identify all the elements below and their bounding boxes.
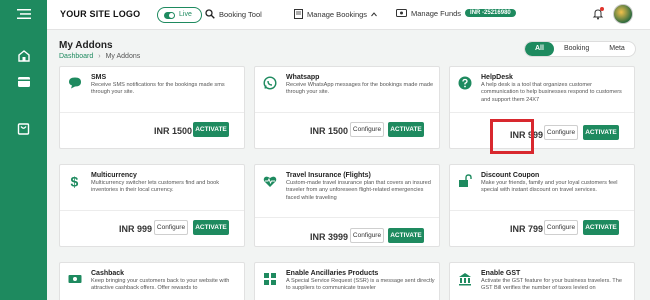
configure-button[interactable]: Configure bbox=[350, 228, 384, 243]
addon-card-gst: Enable GST Activate the GST feature for … bbox=[449, 262, 635, 300]
manage-bookings-label: Manage Bookings bbox=[307, 9, 368, 19]
activate-button[interactable]: ACTIVATE bbox=[193, 220, 229, 235]
whatsapp-icon bbox=[263, 76, 277, 90]
addon-name: Whatsapp bbox=[286, 74, 320, 81]
tab-all[interactable]: All bbox=[525, 42, 554, 56]
filter-tabs: All Booking Meta bbox=[524, 41, 636, 57]
sidebar bbox=[0, 0, 47, 300]
addon-name: Multicurrency bbox=[91, 172, 137, 179]
addon-description: Multicurrency switcher lets customers fi… bbox=[91, 180, 220, 194]
addon-name: HelpDesk bbox=[481, 74, 513, 81]
activate-button[interactable]: ACTIVATE bbox=[388, 228, 424, 243]
addon-card-travel-insurance: Travel Insurance (Flights) Custom-made t… bbox=[254, 164, 440, 247]
manage-funds-label: Manage Funds bbox=[411, 8, 462, 18]
breadcrumb: Dashboard › My Addons bbox=[59, 53, 140, 60]
divider bbox=[60, 210, 244, 211]
live-label: Live bbox=[179, 11, 192, 18]
addon-description: A help desk is a tool that organizes cus… bbox=[481, 82, 622, 103]
booking-tool-link[interactable]: Booking Tool bbox=[205, 9, 262, 19]
page-title: My Addons bbox=[59, 40, 113, 51]
dollar-icon: $ bbox=[71, 174, 79, 188]
home-icon[interactable] bbox=[0, 49, 47, 68]
tab-meta[interactable]: Meta bbox=[599, 42, 635, 56]
breadcrumb-current: My Addons bbox=[105, 53, 141, 60]
addon-description: Keep bringing your customers back to you… bbox=[91, 278, 230, 292]
cashback-icon bbox=[68, 275, 82, 283]
site-logo[interactable]: YOUR SITE LOGO bbox=[60, 9, 140, 19]
addon-price: INR 799 bbox=[510, 224, 544, 234]
help-icon bbox=[458, 76, 472, 90]
activate-button[interactable]: ACTIVATE bbox=[583, 220, 619, 235]
tab-booking[interactable]: Booking bbox=[554, 42, 599, 56]
addon-name: Enable Ancillaries Products bbox=[286, 270, 379, 277]
configure-button[interactable]: Configure bbox=[544, 125, 578, 140]
addon-card-multicurrency: $ Multicurrency Multicurrency switcher l… bbox=[59, 164, 245, 247]
configure-button[interactable]: Configure bbox=[154, 220, 188, 235]
wallet-icon[interactable] bbox=[0, 75, 47, 93]
addon-card-ancillaries: Enable Ancillaries Products A Special Se… bbox=[254, 262, 440, 300]
addon-description: Receive WhatsApp messages for the bookin… bbox=[286, 82, 434, 96]
divider bbox=[255, 217, 439, 218]
grid-icon bbox=[264, 273, 276, 285]
addon-description: Activate the GST feature for your busine… bbox=[481, 278, 622, 292]
highlight-box bbox=[490, 119, 534, 154]
activate-button[interactable]: ACTIVATE bbox=[193, 122, 229, 137]
addon-price: INR 1500 bbox=[310, 126, 349, 136]
coupon-icon bbox=[459, 174, 472, 187]
activate-button[interactable]: ACTIVATE bbox=[388, 122, 424, 137]
addon-card-discount-coupon: Discount Coupon Make your friends, famil… bbox=[449, 164, 635, 247]
heartbeat-icon bbox=[263, 176, 277, 187]
breadcrumb-dashboard[interactable]: Dashboard bbox=[59, 53, 93, 60]
bag-icon[interactable] bbox=[0, 122, 47, 140]
svg-text:$: $ bbox=[71, 174, 79, 188]
addon-card-cashback: Cashback Keep bringing your customers ba… bbox=[59, 262, 245, 300]
addon-name: Enable GST bbox=[481, 270, 521, 277]
book-icon bbox=[294, 9, 303, 19]
configure-button[interactable]: Configure bbox=[544, 220, 578, 235]
addon-name: Travel Insurance (Flights) bbox=[286, 172, 371, 179]
addon-name: SMS bbox=[91, 74, 107, 81]
addon-price: INR 1500 bbox=[154, 126, 193, 136]
top-bar: YOUR SITE LOGO Live Booking Tool Manage … bbox=[47, 0, 650, 30]
addon-description: A Special Service Request (SSR) is a mes… bbox=[286, 278, 435, 292]
live-toggle[interactable]: Live bbox=[157, 7, 202, 23]
menu-icon[interactable] bbox=[0, 7, 47, 25]
booking-tool-label: Booking Tool bbox=[219, 9, 262, 19]
addon-card-whatsapp: Whatsapp Receive WhatsApp messages for t… bbox=[254, 66, 440, 149]
divider bbox=[60, 112, 244, 113]
divider bbox=[450, 112, 634, 113]
addon-name: Cashback bbox=[91, 270, 125, 277]
toggle-switch-icon bbox=[164, 11, 175, 19]
addon-card-helpdesk: HelpDesk A help desk is a tool that orga… bbox=[449, 66, 635, 149]
manage-bookings-link[interactable]: Manage Bookings bbox=[294, 9, 377, 19]
addon-price: INR 3999 bbox=[310, 232, 349, 242]
search-icon bbox=[205, 9, 215, 19]
notification-dot bbox=[600, 7, 604, 11]
activate-button[interactable]: ACTIVATE bbox=[583, 125, 619, 140]
bank-icon bbox=[459, 273, 471, 286]
chevron-up-icon bbox=[371, 11, 377, 16]
breadcrumb-separator-icon: › bbox=[98, 53, 101, 60]
addon-description: Receive SMS notifications for the bookin… bbox=[91, 82, 225, 96]
funds-balance-badge: INR -25216980 bbox=[465, 9, 516, 17]
addon-name: Discount Coupon bbox=[481, 172, 540, 179]
manage-funds-link[interactable]: Manage Funds INR -25216980 bbox=[396, 8, 516, 18]
funds-icon bbox=[396, 9, 407, 17]
addon-description: Custom-made travel insurance plan that c… bbox=[286, 180, 431, 201]
divider bbox=[255, 112, 439, 113]
chat-bubble-icon bbox=[69, 77, 81, 89]
addon-description: Make your friends, family and your loyal… bbox=[481, 180, 618, 194]
divider bbox=[450, 210, 634, 211]
addon-price: INR 999 bbox=[119, 224, 153, 234]
addon-card-sms: SMS Receive SMS notifications for the bo… bbox=[59, 66, 245, 149]
configure-button[interactable]: Configure bbox=[350, 122, 384, 137]
avatar[interactable] bbox=[613, 4, 633, 24]
